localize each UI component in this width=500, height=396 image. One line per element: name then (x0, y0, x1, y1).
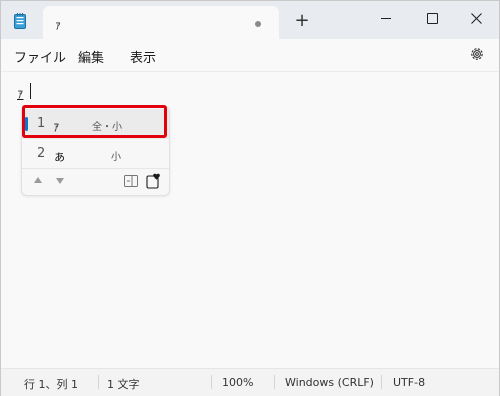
notepad-app-icon (14, 13, 26, 29)
close-icon (470, 12, 482, 24)
menu-edit[interactable]: 編集 (78, 47, 104, 66)
text-caret (30, 83, 31, 99)
status-divider (274, 375, 275, 389)
maximize-icon (426, 12, 438, 24)
encoding[interactable]: UTF-8 (393, 376, 425, 389)
page-up-arrow-icon[interactable] (34, 177, 42, 183)
candidate-item-2[interactable]: 2 ぁ 小 (22, 139, 169, 169)
status-bar: 行 1、列 1 1 文字 100% Windows (CRLF) UTF-8 (1, 368, 499, 396)
document-tab[interactable]: ｧ (43, 6, 279, 39)
favorite-heart-icon[interactable] (146, 173, 162, 189)
maximize-button[interactable] (409, 1, 455, 35)
candidate-note: 小 (111, 152, 121, 163)
title-bar: ｧ + (1, 1, 499, 39)
menu-view[interactable]: 表示 (130, 47, 156, 66)
status-divider (211, 375, 212, 389)
minimize-icon (381, 17, 391, 19)
minimize-button[interactable] (363, 1, 409, 35)
composition-text: ｧ (17, 87, 24, 102)
ime-footer (22, 168, 169, 195)
page-down-arrow-icon[interactable] (56, 178, 64, 184)
close-button[interactable] (453, 1, 499, 35)
line-ending[interactable]: Windows (CRLF) (285, 376, 374, 389)
candidate-index: 2 (37, 146, 46, 161)
menu-file[interactable]: ファイル (14, 47, 66, 66)
menu-bar: ファイル 編集 表示 (1, 39, 499, 72)
character-count: 1 文字 (107, 378, 140, 391)
new-tab-button[interactable]: + (291, 11, 313, 33)
candidate-highlight-box (22, 105, 167, 138)
settings-gear-icon[interactable] (469, 46, 485, 62)
zoom-level[interactable]: 100% (222, 376, 253, 389)
status-divider (381, 375, 382, 389)
candidate-text: ぁ (53, 150, 67, 165)
status-divider (98, 375, 99, 389)
notepad-window: ｧ + ファイル 編集 表示 ｧ 1 ｧ 全・小 2 ぁ 小 行 1、列 1 1… (0, 0, 500, 396)
unsaved-dot-icon[interactable] (255, 21, 261, 27)
tab-title: ｧ (55, 18, 62, 32)
expand-table-icon[interactable] (124, 175, 138, 187)
cursor-position: 行 1、列 1 (24, 378, 78, 391)
